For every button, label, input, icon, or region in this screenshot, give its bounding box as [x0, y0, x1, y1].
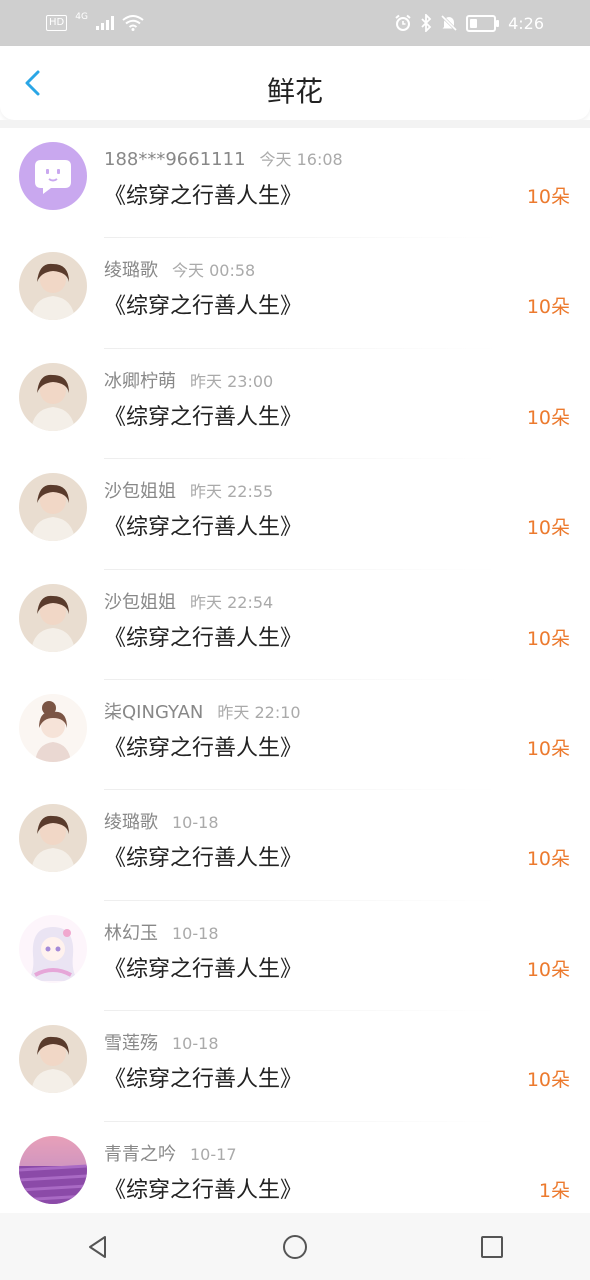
bluetooth-icon [421, 14, 432, 32]
avatar[interactable] [19, 362, 87, 431]
sent-time: 今天 00:58 [172, 261, 256, 281]
flower-count: 10朵 [526, 627, 570, 650]
sender-name: 青青之吟 [104, 1143, 176, 1165]
flower-count: 10朵 [526, 406, 570, 429]
list-item[interactable]: 沙包姐姐 昨天 22:55 《综穿之行善人生》 10朵 [0, 459, 590, 570]
system-nav-bar [0, 1213, 590, 1280]
book-title: 《综穿之行善人生》 [104, 1067, 303, 1093]
book-title: 《综穿之行善人生》 [104, 625, 303, 651]
flower-count: 1朵 [538, 1179, 570, 1202]
sender-name: 沙包姐姐 [104, 591, 176, 613]
status-right: 4:26 [394, 14, 544, 33]
list-item[interactable]: 沙包姐姐 昨天 22:54 《综穿之行善人生》 10朵 [0, 570, 590, 680]
nav-recent-button[interactable] [468, 1223, 516, 1271]
list-item[interactable]: 188***9661111 今天 16:08 《综穿之行善人生》 10朵 [0, 128, 590, 239]
sender-name: 林幻玉 [104, 922, 158, 944]
flower-count: 10朵 [526, 848, 570, 871]
avatar[interactable] [19, 1135, 87, 1204]
book-title: 《综穿之行善人生》 [104, 735, 303, 761]
wifi-icon [122, 15, 144, 31]
alarm-icon [395, 14, 411, 31]
flower-count: 10朵 [526, 517, 570, 540]
sent-time: 昨天 23:00 [190, 371, 274, 391]
avatar[interactable] [19, 693, 87, 762]
status-bar: HD 4G 4:26 [0, 0, 590, 46]
header-divider [0, 120, 590, 128]
list-item[interactable]: 雪莲殇 10-18 《综穿之行善人生》 10朵 [0, 1011, 590, 1122]
sender-line: 柒QINGYAN 昨天 22:10 [104, 698, 301, 724]
book-title: 《综穿之行善人生》 [104, 846, 303, 872]
list-item[interactable]: 绫璐歌 今天 00:58 《综穿之行善人生》 10朵 [0, 238, 590, 349]
nav-home-button[interactable] [271, 1223, 319, 1271]
sender-line: 188***9661111 今天 16:08 [104, 146, 343, 170]
sent-time: 昨天 22:10 [217, 702, 301, 722]
circle-home-icon [282, 1234, 307, 1259]
flower-list: 188***9661111 今天 16:08 《综穿之行善人生》 10朵 绫璐歌 今天 0… [0, 128, 590, 1232]
clock: 4:26 [508, 13, 544, 33]
battery-icon [466, 14, 500, 32]
status-left: HD 4G [46, 12, 144, 31]
list-item[interactable]: 柒QINGYAN 昨天 22:10 《综穿之行善人生》 10朵 [0, 680, 590, 791]
sent-time: 昨天 22:55 [190, 482, 274, 502]
sender-name: 沙包姐姐 [104, 481, 176, 503]
book-title: 《综穿之行善人生》 [104, 515, 303, 541]
avatar[interactable] [19, 142, 87, 210]
avatar[interactable] [19, 252, 87, 321]
app-header: 鲜花 [0, 46, 590, 120]
sender-line: 绫璐歌 今天 00:58 [104, 256, 255, 282]
page-title: 鲜花 [266, 75, 323, 108]
sender-line: 雪莲殇 10-18 [104, 1029, 219, 1055]
sender-name: 雪莲殇 [104, 1033, 158, 1055]
sender-line: 绫璐歌 10-18 [104, 808, 219, 834]
flower-count: 10朵 [526, 737, 570, 760]
signal-icon [95, 16, 114, 30]
mute-icon [441, 14, 458, 32]
sender-name: 绫璐歌 [104, 812, 158, 834]
sender-name: 冰卿柠萌 [104, 370, 176, 392]
avatar[interactable] [19, 583, 87, 652]
list-item[interactable]: 林幻玉 10-18 《综穿之行善人生》 10朵 [0, 901, 590, 1012]
square-recent-icon [480, 1235, 503, 1258]
avatar[interactable] [19, 1025, 87, 1094]
book-title: 《综穿之行善人生》 [104, 294, 303, 320]
network-label: 4G [75, 12, 88, 22]
book-title: 《综穿之行善人生》 [104, 956, 303, 982]
sender-name: 绫璐歌 [104, 260, 158, 282]
nav-back-button[interactable] [74, 1223, 122, 1271]
flower-count: 10朵 [526, 186, 570, 208]
sender-line: 冰卿柠萌 昨天 23:00 [104, 367, 273, 393]
sender-line: 青青之吟 10-17 [104, 1140, 237, 1166]
sender-line: 林幻玉 10-18 [104, 919, 219, 945]
list-item[interactable]: 绫璐歌 10-18 《综穿之行善人生》 10朵 [0, 790, 590, 901]
sent-time: 10-18 [172, 813, 219, 833]
sent-time: 10-18 [172, 1034, 219, 1054]
avatar[interactable] [19, 914, 87, 983]
avatar[interactable] [19, 804, 87, 873]
triangle-back-icon [89, 1235, 107, 1258]
avatar[interactable] [19, 473, 87, 542]
list-item[interactable]: 冰卿柠萌 昨天 23:00 《综穿之行善人生》 10朵 [0, 349, 590, 460]
sent-time: 10-18 [172, 923, 219, 943]
flower-count: 10朵 [526, 296, 570, 319]
sender-name: 188***9661111 [104, 149, 246, 170]
book-title: 《综穿之行善人生》 [104, 184, 303, 209]
sent-time: 昨天 22:54 [190, 592, 274, 612]
book-title: 《综穿之行善人生》 [104, 404, 303, 430]
sender-name: 柒QINGYAN [104, 701, 204, 723]
flower-count: 10朵 [526, 958, 570, 981]
hd-badge: HD [46, 15, 68, 31]
flower-count: 10朵 [526, 1069, 570, 1092]
sender-line: 沙包姐姐 昨天 22:54 [104, 588, 273, 614]
sent-time: 今天 16:08 [259, 150, 343, 169]
sent-time: 10-17 [190, 1144, 237, 1164]
book-title: 《综穿之行善人生》 [104, 1177, 303, 1203]
sender-line: 沙包姐姐 昨天 22:55 [104, 477, 273, 503]
